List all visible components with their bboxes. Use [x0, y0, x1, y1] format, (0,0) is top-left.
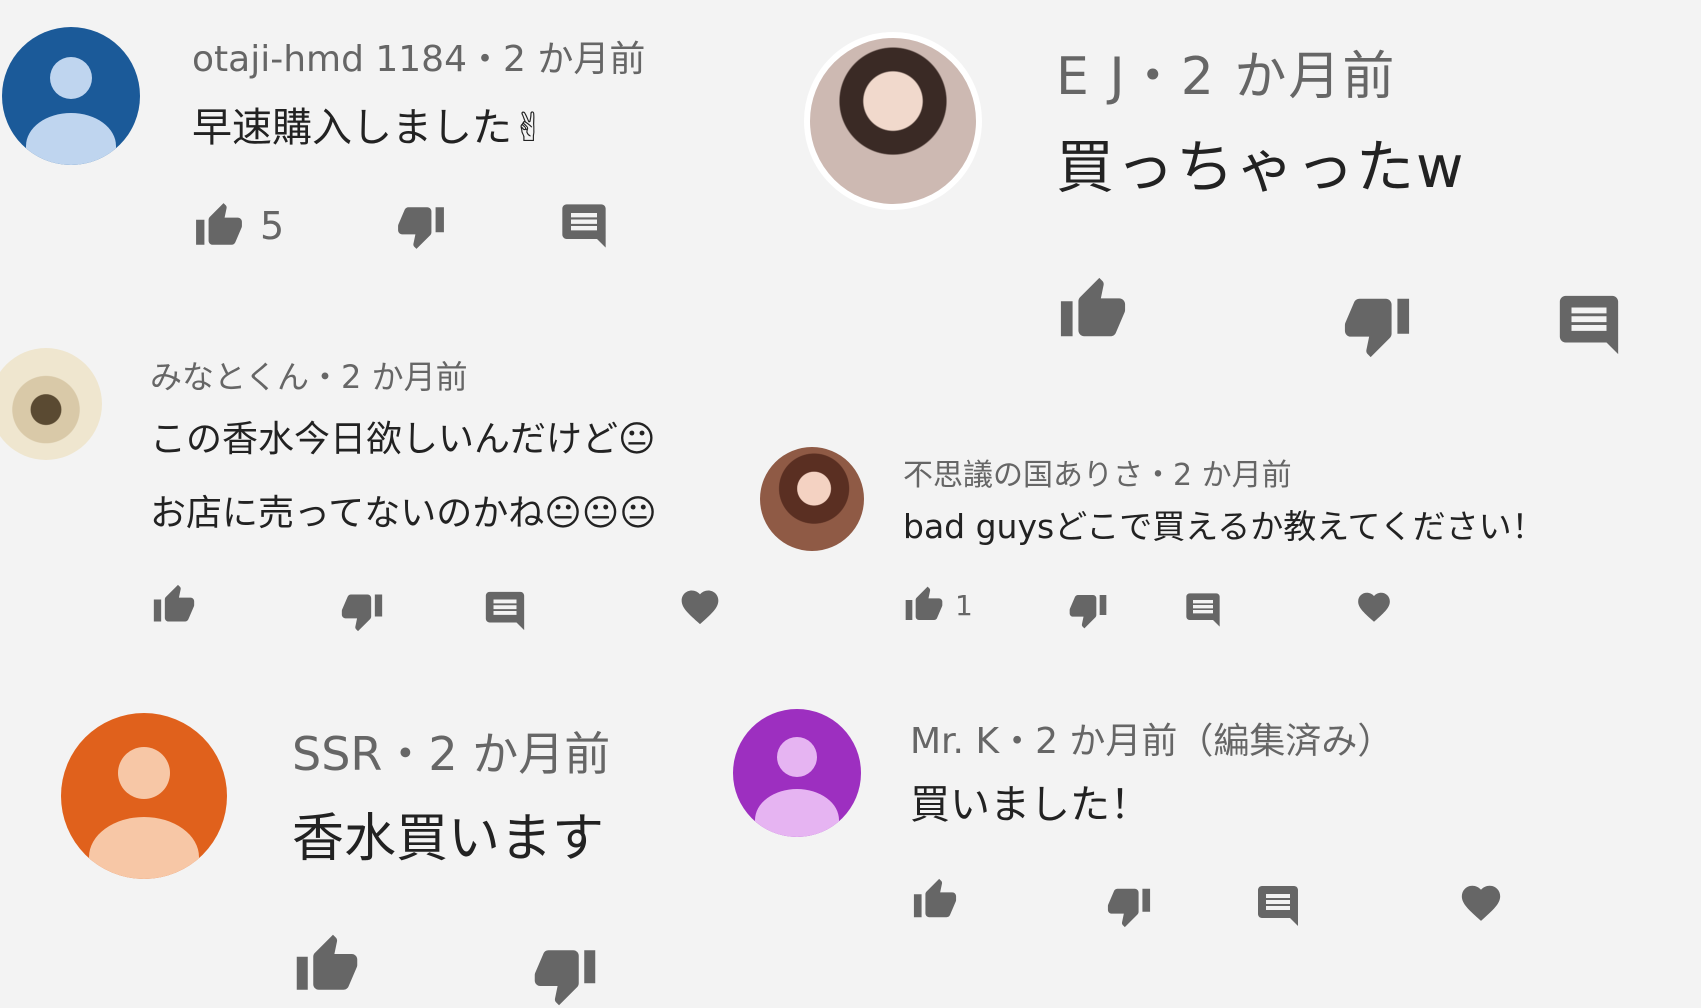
- author-name[interactable]: SSR: [292, 727, 382, 781]
- timestamp: ・2 か月前: [309, 358, 468, 396]
- timestamp: ・2 か月前: [467, 39, 646, 80]
- comment-meta: E J・2 か月前: [1056, 34, 1396, 109]
- like-button[interactable]: [292, 932, 362, 998]
- avatar[interactable]: [0, 348, 102, 460]
- thumb-up-icon: [913, 878, 957, 918]
- thumb-down-icon: [1069, 595, 1107, 629]
- comment-actions: [292, 922, 600, 1008]
- like-button[interactable]: [150, 583, 198, 627]
- heart-icon: [1461, 885, 1501, 921]
- reply-icon: [485, 591, 525, 631]
- thumb-down-icon: [1344, 298, 1410, 358]
- timestamp: ・2 か月前: [382, 727, 611, 781]
- comment-text-line-2: お店に売ってないのかね😐😐😐: [150, 493, 657, 534]
- comment-text: 買っちゃったw: [1056, 133, 1466, 201]
- reply-icon: [1186, 593, 1220, 627]
- reply-button[interactable]: [558, 200, 610, 252]
- comment-actions: [1056, 260, 1624, 360]
- avatar[interactable]: [804, 32, 982, 210]
- comment-meta: Mr. K・2 か月前（編集済み）: [910, 712, 1393, 764]
- comment-actions: 5: [192, 200, 610, 252]
- thumb-up-icon: [196, 203, 242, 245]
- comment-actions: [910, 870, 1504, 930]
- reply-icon: [1559, 295, 1619, 355]
- like-button[interactable]: 1: [903, 585, 973, 625]
- author-name[interactable]: E J: [1056, 47, 1127, 107]
- timestamp: ・2 か月前: [1126, 47, 1397, 107]
- comment-meta: otaji-hmd 1184・2 か月前: [192, 30, 645, 82]
- avatar[interactable]: [61, 713, 227, 879]
- thumb-up-icon: [1060, 277, 1126, 337]
- avatar[interactable]: [2, 27, 140, 165]
- like-count: 1: [955, 588, 973, 622]
- timestamp: ・2 か月前（編集済み）: [999, 721, 1394, 762]
- comment-meta: 不思議の国ありさ・2 か月前: [903, 450, 1292, 494]
- thumb-up-icon: [296, 934, 358, 990]
- like-button[interactable]: [910, 877, 960, 923]
- comment-meta: SSR・2 か月前: [292, 718, 610, 784]
- timestamp: ・2 か月前: [1143, 458, 1292, 493]
- avatar[interactable]: [760, 447, 864, 551]
- heart-icon: [681, 590, 719, 625]
- thumb-down-icon: [341, 594, 383, 632]
- thumb-down-icon: [398, 207, 445, 249]
- comment-text: 買いました！: [910, 782, 1150, 828]
- comment-text: bad guysどこで買えるか教えてください！: [903, 507, 1545, 546]
- comment-text: 香水買います: [292, 809, 605, 869]
- like-button[interactable]: 5: [192, 201, 284, 251]
- avatar[interactable]: [733, 709, 861, 837]
- dislike-button[interactable]: [1067, 590, 1109, 630]
- like-button[interactable]: [1056, 275, 1130, 345]
- reply-button[interactable]: [1554, 290, 1624, 360]
- dislike-button[interactable]: [1104, 883, 1154, 929]
- comment-text-line-1: この香水今日欲しいんだけど😐: [150, 419, 656, 460]
- reply-button[interactable]: [1254, 882, 1302, 930]
- comment-actions: [150, 576, 722, 634]
- author-name[interactable]: みなとくん: [150, 358, 309, 396]
- reply-button[interactable]: [1183, 590, 1223, 630]
- author-name[interactable]: 不思議の国ありさ: [903, 458, 1143, 493]
- thumb-up-icon: [905, 586, 943, 620]
- like-count: 5: [260, 204, 285, 248]
- author-name[interactable]: otaji-hmd 1184: [192, 39, 467, 80]
- dislike-button[interactable]: [394, 201, 448, 251]
- heart-button[interactable]: [678, 585, 722, 629]
- thumb-down-icon: [1107, 888, 1151, 928]
- reply-button[interactable]: [482, 588, 528, 634]
- author-name[interactable]: Mr. K: [910, 721, 999, 762]
- dislike-button[interactable]: [530, 942, 600, 1008]
- reply-icon: [562, 204, 606, 248]
- dislike-button[interactable]: [338, 589, 386, 633]
- thumb-up-icon: [153, 584, 195, 622]
- heart-icon: [1357, 592, 1390, 622]
- thumb-down-icon: [534, 950, 596, 1006]
- comment-meta: みなとくん・2 か月前: [150, 352, 468, 398]
- heart-button[interactable]: [1355, 588, 1393, 626]
- comment-text: 早速購入しました✌: [192, 105, 546, 151]
- dislike-button[interactable]: [1340, 290, 1414, 360]
- heart-button[interactable]: [1458, 880, 1504, 926]
- comment-actions: 1: [903, 580, 1393, 630]
- reply-icon: [1258, 886, 1298, 926]
